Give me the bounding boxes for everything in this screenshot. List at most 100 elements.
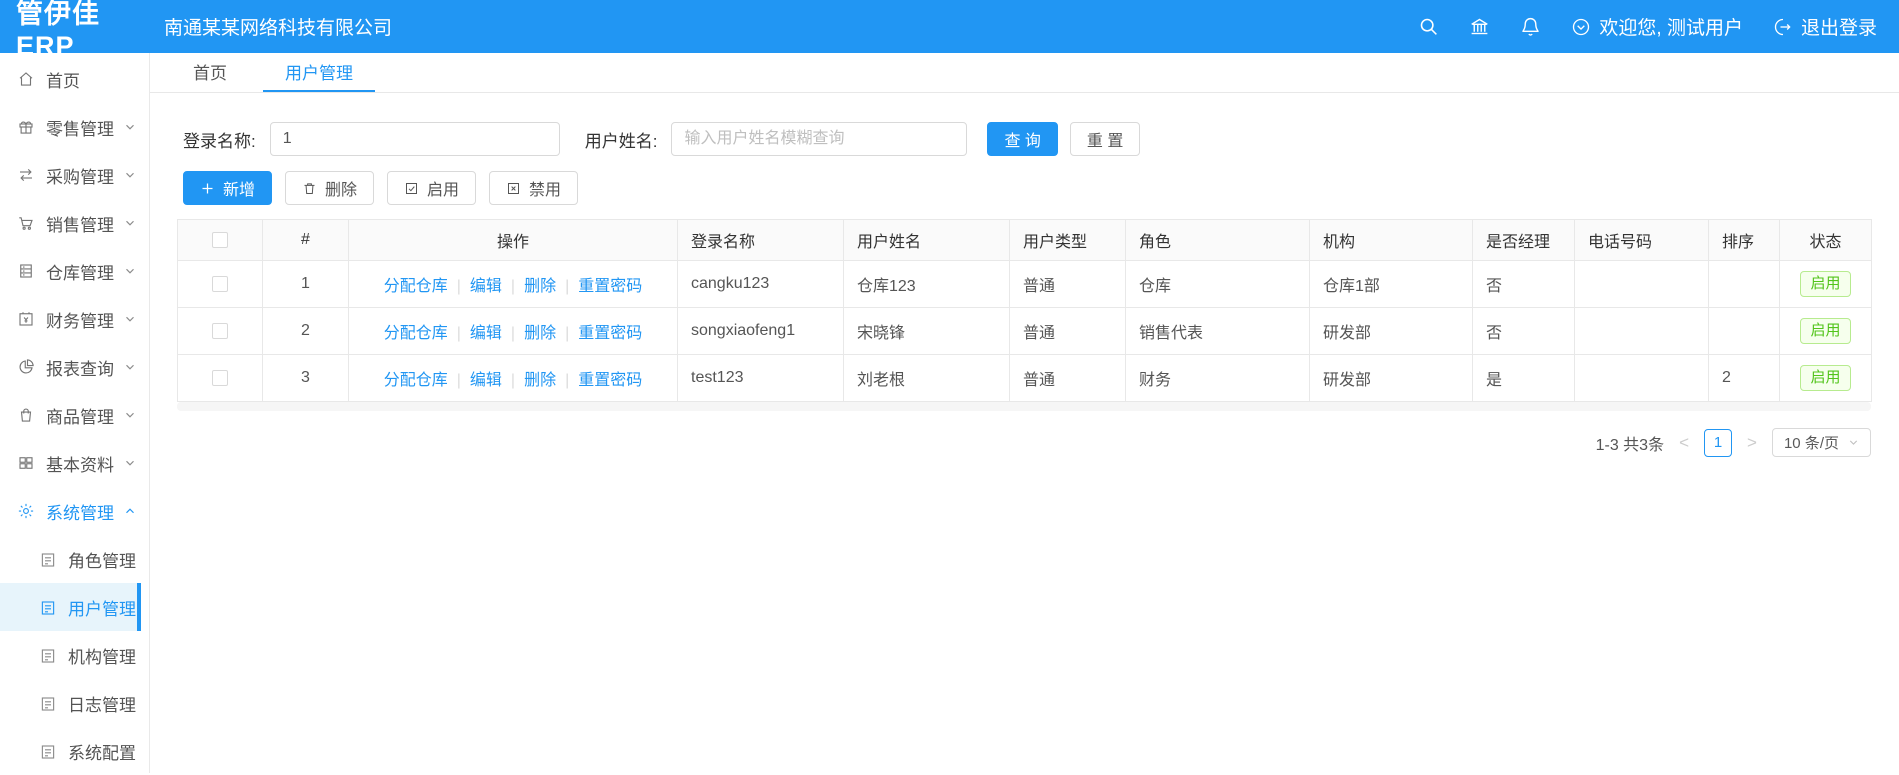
row-checkbox[interactable] xyxy=(212,322,228,339)
sidebar-subitem-log-management[interactable]: 日志管理 xyxy=(0,679,149,727)
tab-user-management[interactable]: 用户管理 xyxy=(263,53,375,92)
table-row: 1 分配仓库 | 编辑 | 删除 | 重置密码 cangku123 仓库123 普通 仓库 … xyxy=(177,260,1872,308)
sidebar-subitem-org-management[interactable]: 机构管理 xyxy=(0,631,149,679)
sidebar-item-label: 销售管理 xyxy=(46,215,114,235)
op-separator: | xyxy=(510,372,516,389)
sidebar-item-basic-data[interactable]: 基本资料 xyxy=(0,439,149,487)
sidebar-item-products[interactable]: 商品管理 xyxy=(0,391,149,439)
reset-password-link[interactable]: 重置密码 xyxy=(578,325,642,342)
sidebar-item-reports[interactable]: 报表查询 xyxy=(0,343,149,391)
col-user-type: 用户类型 xyxy=(1009,219,1126,261)
sidebar-subitem-user-management[interactable]: 用户管理 xyxy=(0,583,141,631)
gear-icon xyxy=(17,502,35,520)
cell-user-type: 普通 xyxy=(1009,307,1126,355)
assign-warehouse-link[interactable]: 分配仓库 xyxy=(384,278,448,295)
sidebar-item-home[interactable]: 首页 xyxy=(0,55,149,103)
search-icon[interactable] xyxy=(1418,16,1439,37)
trash-icon xyxy=(304,182,315,194)
reset-password-link[interactable]: 重置密码 xyxy=(578,278,642,295)
assign-warehouse-link[interactable]: 分配仓库 xyxy=(384,325,448,342)
delete-link[interactable]: 删除 xyxy=(524,372,556,389)
chevron-down-icon xyxy=(1849,440,1858,445)
col-role: 角色 xyxy=(1125,219,1310,261)
col-login-name: 登录名称 xyxy=(677,219,844,261)
sidebar-item-label: 首页 xyxy=(46,71,80,91)
cell-user-name: 宋晓锋 xyxy=(843,307,1010,355)
bank-icon[interactable] xyxy=(1469,16,1490,37)
cell-operations: 分配仓库 | 编辑 | 删除 | 重置密码 xyxy=(348,354,678,402)
chevron-down-icon xyxy=(124,361,136,373)
bell-icon[interactable] xyxy=(1520,16,1541,37)
reset-button[interactable]: 重 置 xyxy=(1069,122,1141,156)
edit-link[interactable]: 编辑 xyxy=(470,325,502,342)
status-badge[interactable]: 启用 xyxy=(1800,318,1851,344)
sidebar-item-warehouse[interactable]: 仓库管理 xyxy=(0,247,149,295)
swap-icon xyxy=(17,166,35,184)
sidebar-item-purchase[interactable]: 采购管理 xyxy=(0,151,149,199)
cell-user-type: 普通 xyxy=(1009,354,1126,402)
user-management-page: 登录名称: 用户姓名: 查 询 重 置 新增 删除 启用 xyxy=(150,93,1899,773)
status-badge[interactable]: 启用 xyxy=(1800,271,1851,297)
cell-role: 仓库 xyxy=(1125,260,1310,308)
cell-is-manager: 否 xyxy=(1472,307,1575,355)
logout-button[interactable]: 退出登录 xyxy=(1773,13,1877,40)
gift-icon xyxy=(17,118,35,136)
search-form: 登录名称: 用户姓名: 查 询 重 置 xyxy=(177,122,1872,156)
prev-page-button[interactable]: < xyxy=(1677,433,1691,453)
sidebar-subitem-role-management[interactable]: 角色管理 xyxy=(0,535,149,583)
logout-icon xyxy=(1774,18,1791,35)
sidebar-item-finance[interactable]: 财务管理 xyxy=(0,295,149,343)
storage-icon xyxy=(17,262,35,280)
assign-warehouse-link[interactable]: 分配仓库 xyxy=(384,372,448,389)
cell-user-name: 仓库123 xyxy=(843,260,1010,308)
user-menu[interactable]: 欢迎您, 测试用户 xyxy=(1571,13,1743,40)
user-name-input[interactable] xyxy=(671,122,968,156)
row-checkbox[interactable] xyxy=(212,275,228,292)
page-size-select[interactable]: 10 条/页 xyxy=(1771,428,1871,457)
cell-role: 财务 xyxy=(1125,354,1310,402)
status-badge[interactable]: 启用 xyxy=(1800,365,1851,391)
col-status: 状态 xyxy=(1779,219,1872,261)
horizontal-scrollbar[interactable] xyxy=(177,402,1871,411)
add-button[interactable]: 新增 xyxy=(183,171,273,205)
current-page-button[interactable]: 1 xyxy=(1704,428,1733,457)
reset-password-link[interactable]: 重置密码 xyxy=(578,372,642,389)
sidebar-subitem-system-config[interactable]: 系统配置 xyxy=(0,727,149,775)
chevron-down-icon xyxy=(124,409,136,421)
delete-link[interactable]: 删除 xyxy=(524,278,556,295)
cell-operations: 分配仓库 | 编辑 | 删除 | 重置密码 xyxy=(348,260,678,308)
disable-button[interactable]: 禁用 xyxy=(489,171,579,205)
next-page-button[interactable]: > xyxy=(1745,433,1759,453)
sidebar-item-label: 采购管理 xyxy=(46,167,114,187)
edit-link[interactable]: 编辑 xyxy=(470,372,502,389)
welcome-text: 欢迎您, 测试用户 xyxy=(1599,18,1743,39)
table-header-row: # 操作 登录名称 用户姓名 用户类型 角色 机构 是否经理 电话号码 排序 状… xyxy=(177,219,1872,261)
login-name-label: 登录名称: xyxy=(183,131,256,151)
grid-icon xyxy=(17,454,35,472)
edit-link[interactable]: 编辑 xyxy=(470,278,502,295)
cell-index: 2 xyxy=(262,307,349,355)
enable-button[interactable]: 启用 xyxy=(387,171,477,205)
delete-button-label: 删除 xyxy=(325,182,358,199)
select-all-checkbox[interactable] xyxy=(212,231,228,248)
chevron-down-icon xyxy=(124,265,136,277)
row-checkbox[interactable] xyxy=(212,369,228,386)
page-size-value: 10 条/页 xyxy=(1783,435,1839,452)
op-separator: | xyxy=(456,278,461,295)
delete-button[interactable]: 删除 xyxy=(285,171,375,205)
disable-button-label: 禁用 xyxy=(529,182,562,199)
sidebar-item-sales[interactable]: 销售管理 xyxy=(0,199,149,247)
shopping-bag-icon xyxy=(17,406,35,424)
sidebar-item-system[interactable]: 系统管理 xyxy=(0,487,149,535)
cart-icon xyxy=(17,214,35,232)
op-separator: | xyxy=(565,325,570,342)
sidebar-item-retail[interactable]: 零售管理 xyxy=(0,103,149,151)
sidebar-item-label: 基本资料 xyxy=(46,455,114,475)
tab-home[interactable]: 首页 xyxy=(171,53,249,92)
query-button[interactable]: 查 询 xyxy=(987,122,1058,156)
login-name-input[interactable] xyxy=(269,122,560,156)
sidebar-item-label: 零售管理 xyxy=(46,119,114,139)
col-phone: 电话号码 xyxy=(1574,219,1709,261)
delete-link[interactable]: 删除 xyxy=(524,325,556,342)
table-toolbar: 新增 删除 启用 禁用 xyxy=(177,171,1872,205)
